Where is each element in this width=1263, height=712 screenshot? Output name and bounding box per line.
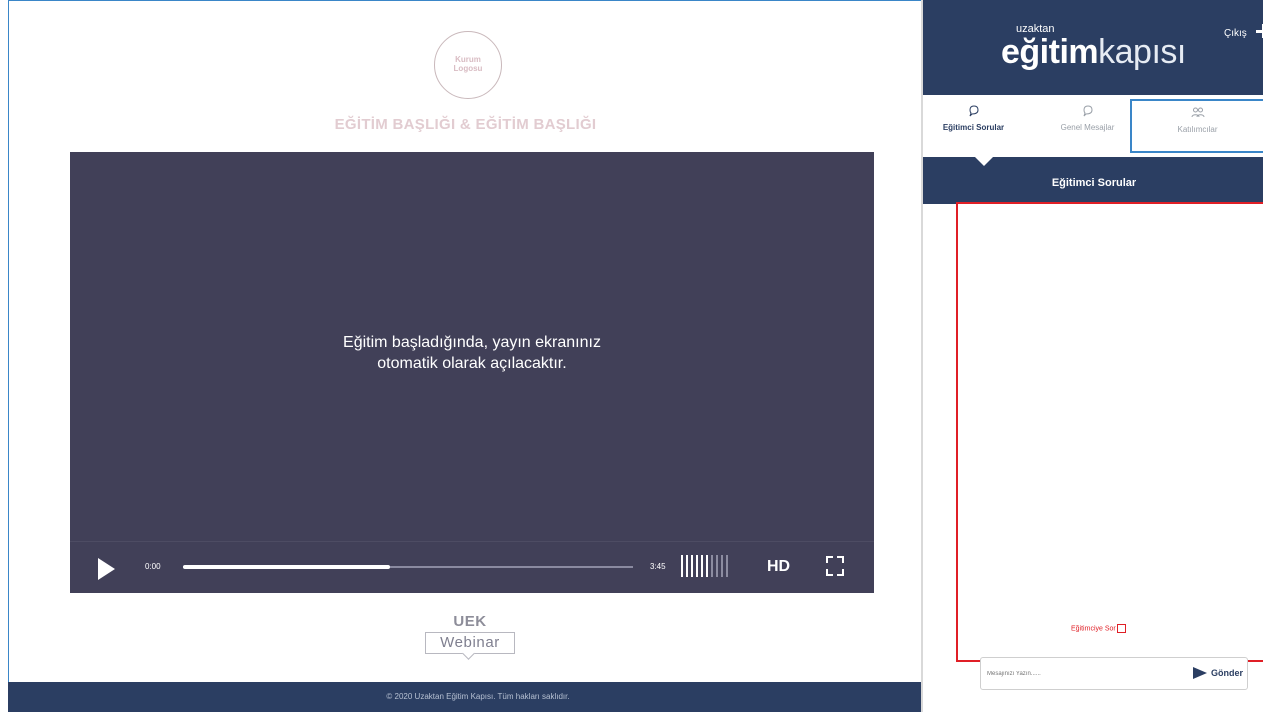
volume-bar (726, 555, 728, 577)
volume-bar (696, 555, 698, 577)
tab-participants[interactable]: Katılımcılar (1130, 99, 1263, 153)
tab-label: Katılımcılar (1177, 125, 1218, 134)
sidebar-header: uzaktan eğitimkapısı Çıkış (923, 0, 1263, 95)
hd-quality-button[interactable]: HD (767, 558, 790, 576)
brand-bold-text: eğitim (1001, 33, 1099, 71)
tab-label: Genel Mesajlar (1060, 123, 1115, 132)
page-title: EĞİTİM BAŞLIĞI & EĞİTİM BAŞLIĞI (334, 116, 597, 133)
tab-label: Eğitimci Sorular (942, 123, 1005, 132)
exit-icon[interactable] (1256, 24, 1263, 38)
copyright-text: © 2020 Uzaktan Eğitim Kapısı. Tüm haklar… (386, 692, 570, 701)
progress-bar[interactable] (183, 565, 633, 569)
send-label: Gönder (1211, 668, 1244, 678)
ask-instructor-label: Eğitimciye Sor (1071, 625, 1116, 633)
volume-bar (691, 555, 693, 577)
video-message-line2: otomatik olarak açılacaktır. (377, 355, 567, 372)
uek-label: UEK (453, 613, 487, 630)
volume-bar (716, 555, 718, 577)
active-tab-title: Eğitimci Sorular (923, 157, 1263, 204)
main-panel: Kurum Logosu EĞİTİM BAŞLIĞI & EĞİTİM BAŞ… (8, 0, 921, 712)
users-icon (1191, 107, 1204, 118)
tab-instructor-questions[interactable]: Eğitimci Sorular (926, 105, 1021, 132)
message-input-container: Gönder (980, 657, 1248, 690)
volume-bar (686, 555, 688, 577)
exit-button[interactable]: Çıkış (1224, 28, 1247, 39)
message-list[interactable] (956, 202, 1263, 662)
chat-icon (968, 105, 979, 117)
player-controls: 0:00 3:45 HD (70, 541, 874, 593)
chat-icon (1082, 105, 1093, 117)
sidebar-tabs: Eğitimci Sorular Genel Mesajlar Katılımc… (923, 95, 1263, 157)
active-tab-pointer (975, 157, 993, 166)
progress-fill (183, 565, 390, 569)
play-icon[interactable] (98, 558, 115, 580)
volume-bar (721, 555, 723, 577)
volume-bar (681, 555, 683, 577)
volume-bar (706, 555, 708, 577)
video-message-line1: Eğitim başladığında, yayın ekranınız (343, 334, 601, 351)
footer: © 2020 Uzaktan Eğitim Kapısı. Tüm haklar… (8, 682, 948, 712)
webinar-label: Webinar (425, 632, 515, 654)
message-input[interactable] (985, 664, 1179, 684)
logo-line2: Logosu (453, 64, 483, 73)
fullscreen-icon[interactable] (826, 556, 844, 576)
brand-light-text: kapısı (1098, 33, 1186, 71)
video-message: Eğitim başladığında, yayın ekranınız oto… (70, 332, 874, 374)
tab-general-messages[interactable]: Genel Mesajlar (1040, 105, 1135, 132)
brand-logo: eğitimkapısı (1001, 33, 1186, 72)
institution-logo: Kurum Logosu (434, 31, 502, 99)
checkbox-icon[interactable] (1116, 624, 1126, 633)
volume-bar (701, 555, 703, 577)
uek-webinar-logo: UEK Webinar (424, 613, 516, 654)
ask-instructor-checkbox[interactable]: Eğitimciye Sor (1071, 624, 1126, 633)
current-time: 0:00 (145, 562, 161, 571)
chat-sidebar: uzaktan eğitimkapısı Çıkış Eğitimci Soru… (921, 0, 1263, 712)
send-icon (1193, 667, 1207, 679)
duration: 3:45 (650, 562, 666, 571)
send-button[interactable]: Gönder (1187, 664, 1249, 682)
video-player[interactable]: Eğitim başladığında, yayın ekranınız oto… (70, 152, 874, 593)
volume-bar (711, 555, 713, 577)
volume-control[interactable] (681, 555, 728, 577)
